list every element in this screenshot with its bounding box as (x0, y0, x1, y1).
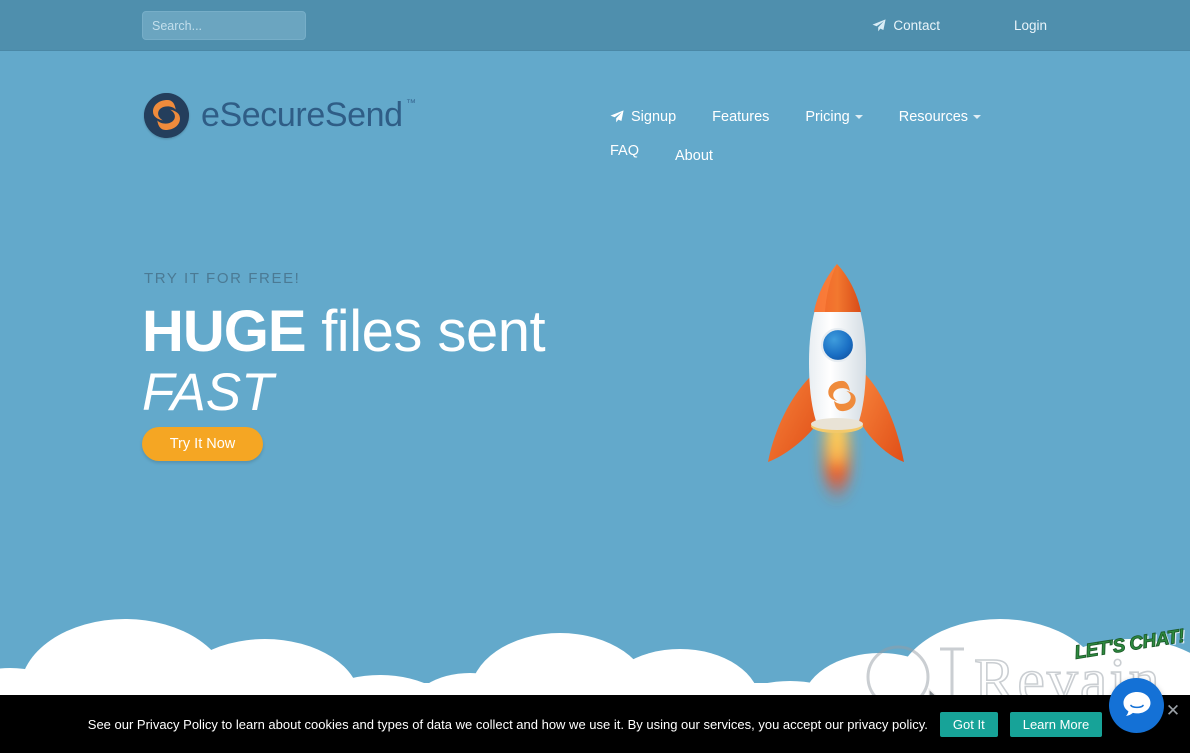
nav-label-about: About (675, 147, 713, 164)
logo-wordmark: eSecureSend ™ (201, 96, 416, 135)
try-it-now-button[interactable]: Try It Now (142, 427, 263, 461)
chat-widget: LET'S CHAT! ✕ (1073, 623, 1186, 741)
chat-bubble-icon (1122, 690, 1152, 721)
chat-widget-label: LET'S CHAT! (1073, 625, 1186, 686)
logo-wordmark-text: eSecureSend (201, 96, 403, 134)
nav-item-features[interactable]: Features (712, 102, 769, 131)
nav-item-resources[interactable]: Resources (898, 102, 982, 131)
chevron-down-icon (854, 114, 863, 119)
main-navigation: Signup Features Pricing Resources FAQ Ab… (610, 102, 1080, 170)
esecuresend-swoosh-logo-icon (144, 93, 189, 138)
nav-label-signup: Signup (631, 108, 677, 125)
cookie-consent-text: See our Privacy Policy to learn about co… (87, 716, 928, 732)
hero-headline: HUGE files sent (142, 303, 546, 361)
got-it-button[interactable]: Got It (939, 711, 998, 737)
hero-headline-italic: FAST (142, 363, 274, 422)
trademark-symbol: ™ (406, 98, 416, 109)
nav-label-features: Features (712, 108, 770, 125)
site-header: eSecureSend ™ Signup Features Pricing Re… (0, 51, 1190, 191)
hero-eyebrow: TRY IT FOR FREE! (144, 270, 301, 287)
chevron-down-icon (973, 114, 982, 119)
nav-label-faq: FAQ (610, 142, 640, 159)
cookie-consent-banner: See our Privacy Policy to learn about co… (0, 695, 1190, 753)
nav-item-signup[interactable]: Signup (610, 102, 676, 131)
nav-item-faq[interactable]: FAQ (610, 136, 639, 165)
page-root: Contact Login (0, 0, 1190, 753)
chat-widget-label-text: LET'S CHAT! (1073, 625, 1186, 664)
nav-label-resources: Resources (898, 108, 969, 125)
nav-item-pricing[interactable]: Pricing (805, 102, 863, 131)
rocket-icon (762, 250, 912, 510)
logo[interactable]: eSecureSend ™ (144, 93, 416, 138)
hero-headline-rest: files sent (305, 299, 546, 364)
paper-plane-icon (610, 110, 624, 123)
close-icon[interactable]: ✕ (1165, 702, 1181, 719)
hero-headline-bold: HUGE (142, 299, 307, 364)
nav-label-pricing: Pricing (805, 108, 850, 125)
chat-bubble-button[interactable] (1109, 678, 1164, 733)
nav-item-about[interactable]: About (675, 141, 713, 170)
